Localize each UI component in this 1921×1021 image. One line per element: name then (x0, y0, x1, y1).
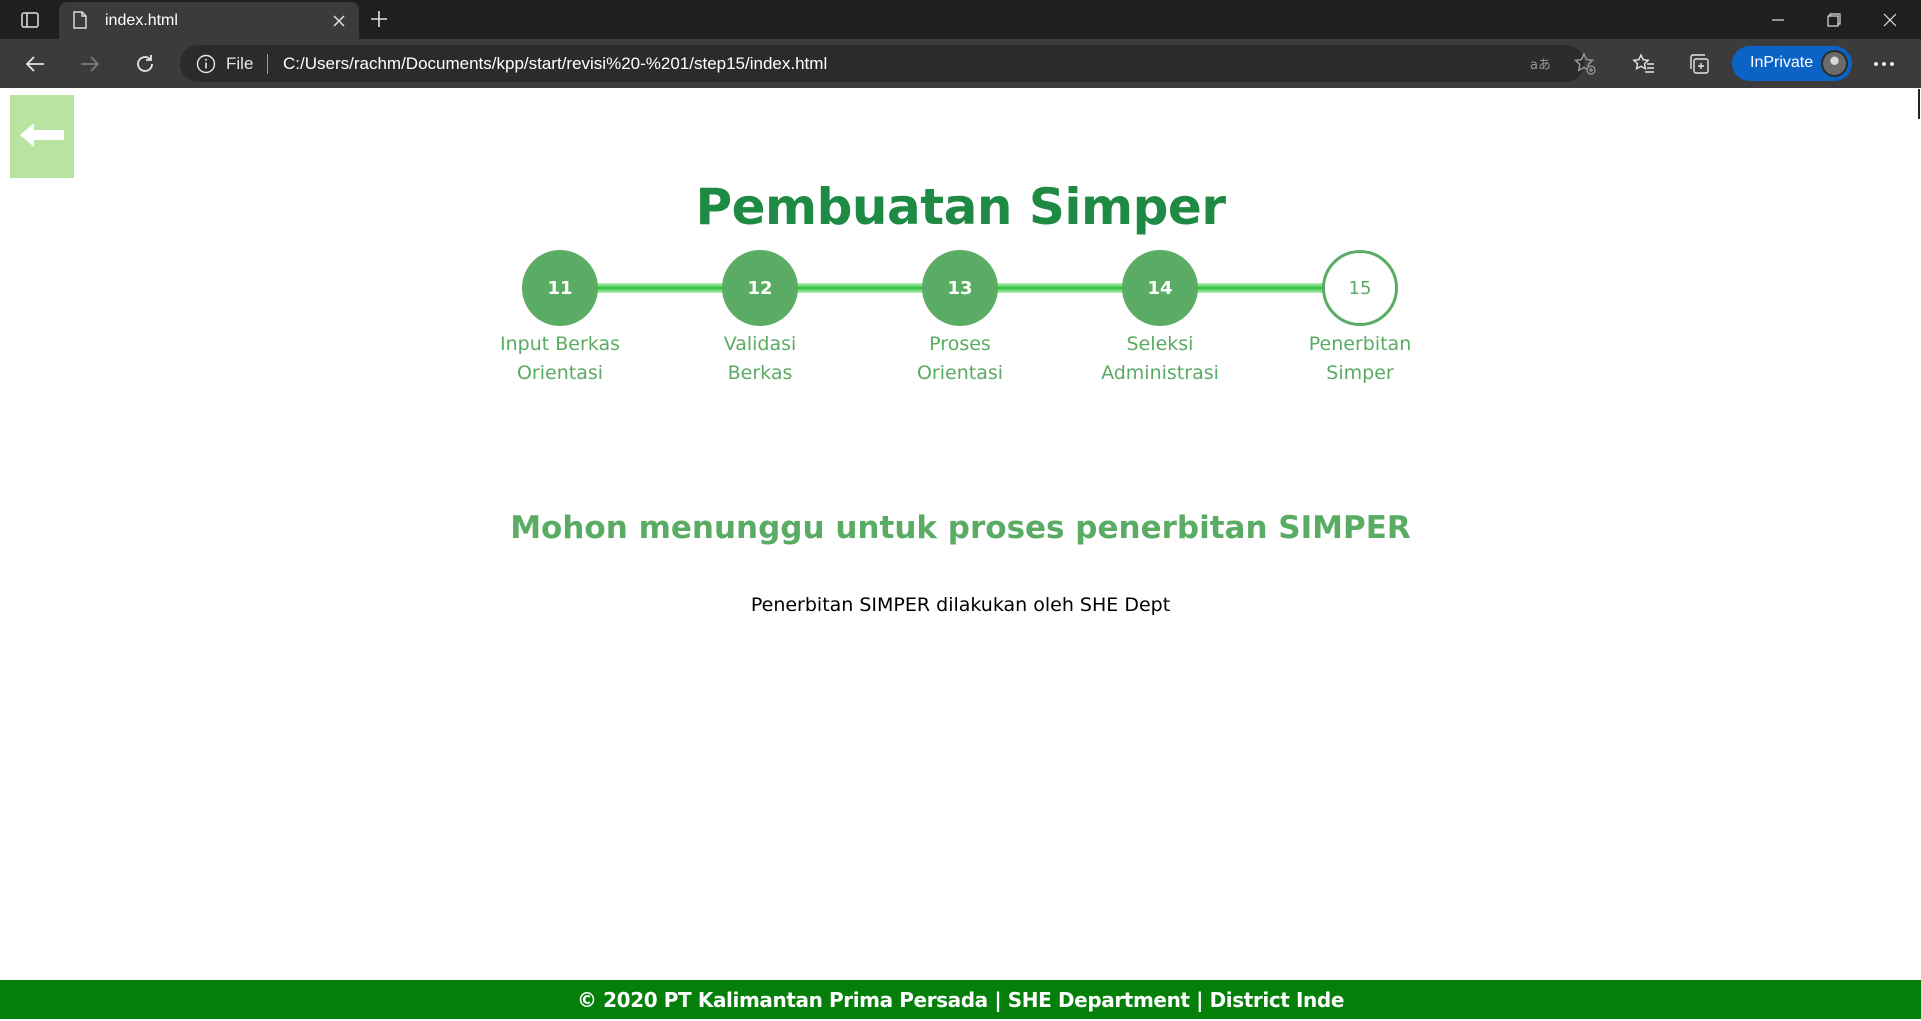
status-sub-message: Penerbitan SIMPER dilakukan oleh SHE Dep… (750, 594, 1171, 616)
browser-tab-strip: index.html (0, 0, 1921, 39)
step-number: 11 (522, 250, 598, 326)
refresh-icon[interactable] (132, 51, 158, 77)
back-button[interactable] (10, 95, 74, 178)
back-arrow-icon[interactable] (22, 51, 48, 77)
progress-stepper: 11 Input Berkas Orientasi 12 Validasi Be… (0, 250, 1921, 390)
address-bar[interactable]: File C:/Users/rachm/Documents/kpp/start/… (180, 45, 1584, 82)
browser-tab[interactable]: index.html (59, 2, 359, 39)
info-icon[interactable] (196, 54, 216, 78)
favorites-icon[interactable] (1631, 51, 1657, 77)
add-favorite-icon[interactable] (1572, 51, 1598, 77)
window-close-icon[interactable] (1862, 0, 1918, 39)
inprivate-label: InPrivate (1750, 54, 1814, 71)
more-icon[interactable] (1871, 51, 1897, 77)
minimize-icon[interactable] (1750, 0, 1806, 39)
footer: © 2020 PT Kalimantan Prima Persada | SHE… (0, 980, 1921, 1019)
plus-icon[interactable] (368, 8, 394, 32)
step-number: 15 (1322, 250, 1398, 326)
tab-title: index.html (105, 12, 178, 29)
step-label: Penerbitan Simper (1308, 333, 1412, 384)
step-label: Input Berkas Orientasi (500, 333, 620, 384)
step-11: 11 Input Berkas Orientasi (460, 250, 660, 388)
forward-arrow-icon[interactable] (77, 51, 103, 77)
avatar (1821, 50, 1848, 77)
scheme-label: File (226, 54, 254, 73)
step-13: 13 Proses Orientasi (860, 250, 1060, 388)
step-label: Validasi Berkas (723, 333, 797, 384)
step-number: 14 (1122, 250, 1198, 326)
url-text[interactable]: C:/Users/rachm/Documents/kpp/start/revis… (283, 54, 827, 74)
inprivate-button[interactable]: InPrivate (1732, 46, 1852, 81)
page-title: Pembuatan Simper (695, 178, 1226, 236)
close-icon[interactable] (331, 13, 347, 29)
svg-text:aあ: aあ (1530, 58, 1551, 73)
read-aloud-icon[interactable]: aあ (1528, 51, 1554, 77)
footer-text: © 2020 PT Kalimantan Prima Persada | SHE… (577, 987, 1344, 1012)
step-14: 14 Seleksi Administrasi (1060, 250, 1260, 388)
step-15: 15 Penerbitan Simper (1260, 250, 1460, 388)
arrow-left-icon (18, 121, 66, 153)
address-separator (267, 54, 268, 74)
step-label: Proses Orientasi (916, 333, 1004, 384)
scrollbar[interactable] (1918, 89, 1920, 119)
step-12: 12 Validasi Berkas (660, 250, 860, 388)
step-number: 13 (922, 250, 998, 326)
browser-toolbar: File C:/Users/rachm/Documents/kpp/start/… (0, 39, 1921, 88)
status-message: Mohon menunggu untuk proses penerbitan S… (510, 510, 1411, 546)
collections-icon[interactable] (1686, 51, 1712, 77)
step-label: Seleksi Administrasi (1101, 333, 1219, 384)
file-icon (73, 11, 87, 33)
restore-icon[interactable] (1806, 0, 1862, 39)
step-number: 12 (722, 250, 798, 326)
tab-actions-icon[interactable] (14, 8, 46, 32)
